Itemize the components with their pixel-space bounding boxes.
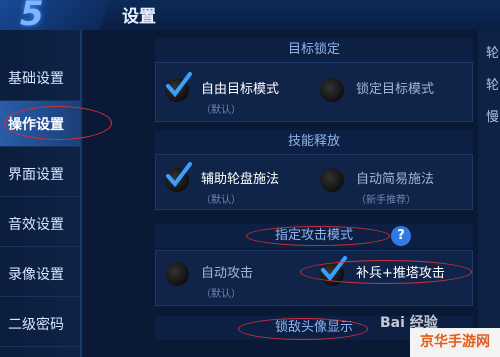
option-label: 补兵+推塔攻击: [356, 266, 445, 281]
help-icon[interactable]: ?: [391, 226, 411, 246]
section-title-skill-release: 技能释放: [155, 130, 473, 154]
option-label: 辅助轮盘施法: [201, 172, 280, 187]
radio-unchecked-icon[interactable]: [320, 168, 344, 192]
partial-label: 慢: [486, 110, 500, 125]
sidebar-item-basic[interactable]: 基础设置: [0, 55, 80, 101]
option-last-hit-tower[interactable]: 补兵+推塔攻击: [320, 256, 445, 286]
radio-checked-icon[interactable]: [320, 256, 347, 286]
radio-checked-icon[interactable]: [165, 162, 192, 192]
option-sub: （默认）: [201, 289, 241, 300]
sidebar-item-sound[interactable]: 音效设置: [0, 201, 80, 247]
partial-label: 轮: [486, 46, 500, 61]
option-free-target[interactable]: 自由目标模式 （默认）: [165, 72, 280, 116]
partial-label: 轮: [486, 78, 500, 93]
section-title-attack-mode: 指定攻击模式: [155, 224, 473, 248]
option-label: 自动简易施法: [356, 172, 435, 187]
option-label: 锁定目标模式: [356, 82, 435, 97]
section-title-target-lock: 目标锁定: [155, 38, 473, 62]
option-sub: （新手推荐）: [356, 195, 416, 206]
brand-logo: 京华手游网: [410, 328, 500, 357]
sidebar-item-operation[interactable]: 操作设置: [0, 101, 80, 147]
logo-number: 5: [20, 0, 44, 34]
sidebar-item-interface[interactable]: 界面设置: [0, 151, 80, 197]
radio-checked-icon[interactable]: [165, 72, 192, 102]
option-lock-target[interactable]: 锁定目标模式: [320, 78, 434, 102]
sidebar-item-recording[interactable]: 录像设置: [0, 251, 80, 297]
header-bar: 5 设置: [0, 0, 500, 34]
option-auto-simple[interactable]: 自动简易施法 （新手推荐）: [320, 168, 434, 206]
radio-unchecked-icon[interactable]: [320, 78, 344, 102]
option-label: 自由目标模式: [201, 82, 280, 97]
page-title: 设置: [122, 7, 156, 27]
sidebar-item-password[interactable]: 二级密码: [0, 301, 80, 347]
option-sub: （默认）: [201, 195, 241, 206]
option-assist-wheel[interactable]: 辅助轮盘施法 （默认）: [165, 162, 280, 206]
sidebar: 基础设置 操作设置 界面设置 音效设置 录像设置 二级密码: [0, 30, 80, 357]
right-partial-column: 轮 轮 慢: [478, 30, 500, 357]
game-logo: [0, 0, 112, 34]
radio-unchecked-icon[interactable]: [165, 262, 189, 286]
option-auto-attack[interactable]: 自动攻击 （默认）: [165, 262, 253, 300]
option-sub: （默认）: [201, 105, 241, 116]
option-label: 自动攻击: [201, 266, 254, 281]
